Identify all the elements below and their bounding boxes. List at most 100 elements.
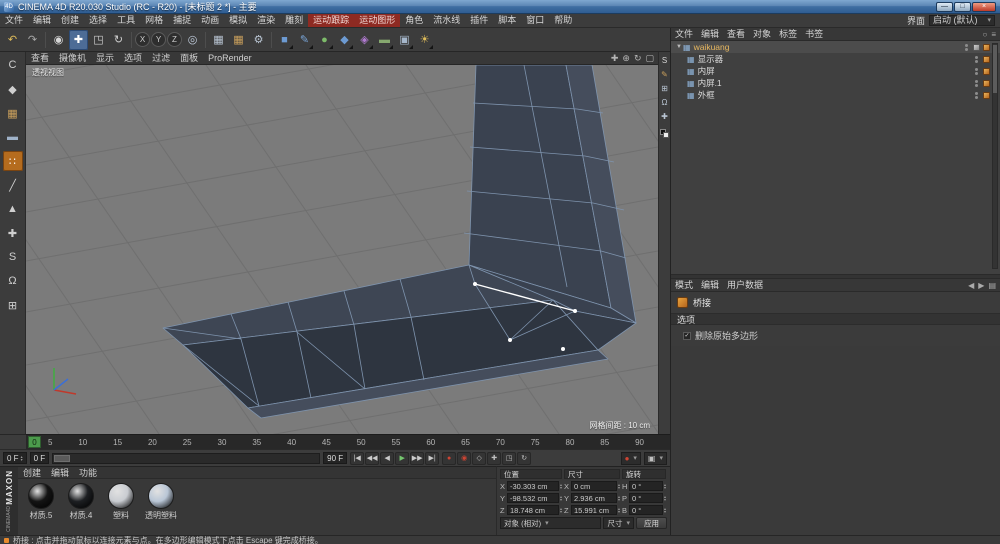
autokey-button[interactable]: ◉ [457,451,472,465]
solo-toggle-icon[interactable]: S [662,56,667,65]
object-name[interactable]: 内屏.1 [698,77,722,89]
grid-snap-icon[interactable]: ⊞ [661,84,668,93]
goto-start-button[interactable]: |◀ [350,451,365,465]
field-stepper[interactable]: ▴ ▾ [664,482,666,490]
frame-tick[interactable]: 50 [357,438,366,447]
snap-toggle-button[interactable]: S [3,247,23,267]
close-button[interactable]: × [972,1,996,12]
undo-button[interactable]: ↶ [3,30,22,50]
next-frame-button[interactable]: ▶▶ [410,451,425,465]
menu-item[interactable]: 创建 [56,14,84,27]
scale-tool[interactable]: ◳ [89,30,108,50]
toolbar-separator[interactable] [45,31,46,48]
object-manager-menu-item[interactable]: 书签 [801,28,827,40]
current-frame-field[interactable]: 0 F ▴ ▾ [3,452,27,464]
position-field[interactable]: -30.303 cm [507,481,559,491]
frame-tick[interactable]: 5 [48,438,52,447]
axis-lock-icon[interactable]: ✚ [661,112,668,121]
frame-tick[interactable]: 65 [461,438,470,447]
phong-tag-icon[interactable] [983,79,990,87]
material-preview[interactable] [108,483,134,509]
object-row[interactable]: ▼ ▦ 外框 [671,89,1000,101]
frame-tick[interactable]: 60 [426,438,435,447]
attribute-menu-item[interactable]: 用户数据 [723,279,767,291]
menu-item[interactable]: 渲染 [252,14,280,27]
viewport-menu-item[interactable]: ProRender [203,52,257,64]
maximize-button[interactable]: □ [954,1,971,12]
frame-tick[interactable]: 75 [531,438,540,447]
camera-menu[interactable]: ▣ [395,30,414,50]
object-row[interactable]: ▼ ▦ 内屏.1 [671,77,1000,89]
model-mode-button[interactable]: ◆ [3,79,23,99]
field-stepper[interactable]: ▴ ▾ [664,494,666,502]
menu-item[interactable]: 文件 [0,14,28,27]
viewport-menu-item[interactable]: 过滤 [147,52,175,64]
range-handle[interactable] [54,454,71,462]
menu-item[interactable]: 运动图形 [354,14,401,27]
phong-tag-icon[interactable] [983,67,990,75]
polygons-mode-button[interactable]: ▲ [3,199,23,219]
menu-item[interactable]: 选择 [84,14,112,27]
fg-bg-color-swatch[interactable] [660,129,669,138]
frame-tick[interactable]: 35 [252,438,261,447]
viewport-menu-item[interactable]: 选项 [119,52,147,64]
workplane-mode-button[interactable]: ▬ [3,127,23,147]
object-row[interactable]: ▼ ▦ waikuang [671,41,1000,53]
frame-tick[interactable]: 45 [322,438,331,447]
history-back-icon[interactable]: ◀ [968,281,974,290]
expand-arrow-icon[interactable]: ▼ [675,44,683,50]
frame-tick[interactable]: 70 [496,438,505,447]
move-tool[interactable]: ✚ [69,29,88,50]
toggle-view-icon[interactable]: ▢ [645,53,654,64]
layout-select[interactable]: 启动 (默认) ▾ [928,15,995,26]
frame-stepper[interactable]: ▴ ▾ [21,454,23,462]
z-axis-lock-button[interactable]: Z [167,32,182,47]
material-preview[interactable] [148,483,174,509]
record-keyframe-button[interactable]: ● [442,451,457,465]
render-settings-button[interactable]: ⚙ [249,30,268,50]
keyframe-selection-button[interactable]: ◇ [472,451,487,465]
filter-icon[interactable]: ≡ [991,30,996,39]
x-axis-lock-button[interactable]: X [135,32,150,47]
make-editable-button[interactable]: C [3,55,23,75]
light-menu[interactable]: ☀ [415,30,434,50]
size-field[interactable]: 0 cm [571,481,617,491]
coordinate-system-button[interactable]: ◎ [183,30,202,50]
edges-mode-button[interactable]: ╱ [3,175,23,195]
object-manager-menu-item[interactable]: 文件 [671,28,697,40]
phong-tag-icon[interactable] [983,91,990,99]
menu-item[interactable]: 角色 [400,14,428,27]
record-position-button[interactable]: ✚ [487,451,502,465]
object-manager-menu-item[interactable]: 编辑 [697,28,723,40]
phong-tag-icon[interactable] [983,55,990,63]
material-item[interactable]: 透明塑料 [144,483,178,521]
viewport-menu-item[interactable]: 摄像机 [54,52,91,64]
texture-mode-button[interactable]: ▦ [3,103,23,123]
field-stepper[interactable]: ▴ ▾ [664,506,666,514]
primitive-cube-menu[interactable]: ■ [275,30,294,50]
render-picture-viewer-button[interactable]: ▦ [229,30,248,50]
material-item[interactable]: 材质.5 [24,483,58,521]
playback-settings-dropdown[interactable]: ▣ ▾ [643,451,667,465]
workplane-snap-button[interactable]: ⊞ [3,295,23,315]
menu-item[interactable]: 编辑 [28,14,56,27]
record-scale-button[interactable]: ◳ [502,451,517,465]
material-preview[interactable] [68,483,94,509]
frame-tick[interactable]: 25 [183,438,192,447]
environment-menu[interactable]: ▬ [375,30,394,50]
live-selection-tool[interactable]: ◉ [49,30,68,50]
field-stepper[interactable]: ▴ ▾ [618,494,620,502]
attribute-menu-item[interactable]: 编辑 [697,279,723,291]
toolbar-separator[interactable] [271,31,272,48]
material-menu-item[interactable]: 创建 [18,466,46,479]
rotation-field[interactable]: 0 ° [629,493,663,503]
render-view-button[interactable]: ▦ [209,30,228,50]
object-row[interactable]: ▼ ▦ 显示器 [671,53,1000,65]
uvw-tag-icon[interactable] [973,43,980,51]
brush-tool-icon[interactable]: ✎ [661,70,668,79]
visibility-dots[interactable] [975,67,978,75]
magnet-snap-button[interactable]: Ω [3,271,23,291]
menu-item[interactable]: 运动跟踪 [308,14,355,27]
visibility-dots[interactable] [975,55,978,63]
rotation-field[interactable]: 0 ° [629,505,663,515]
